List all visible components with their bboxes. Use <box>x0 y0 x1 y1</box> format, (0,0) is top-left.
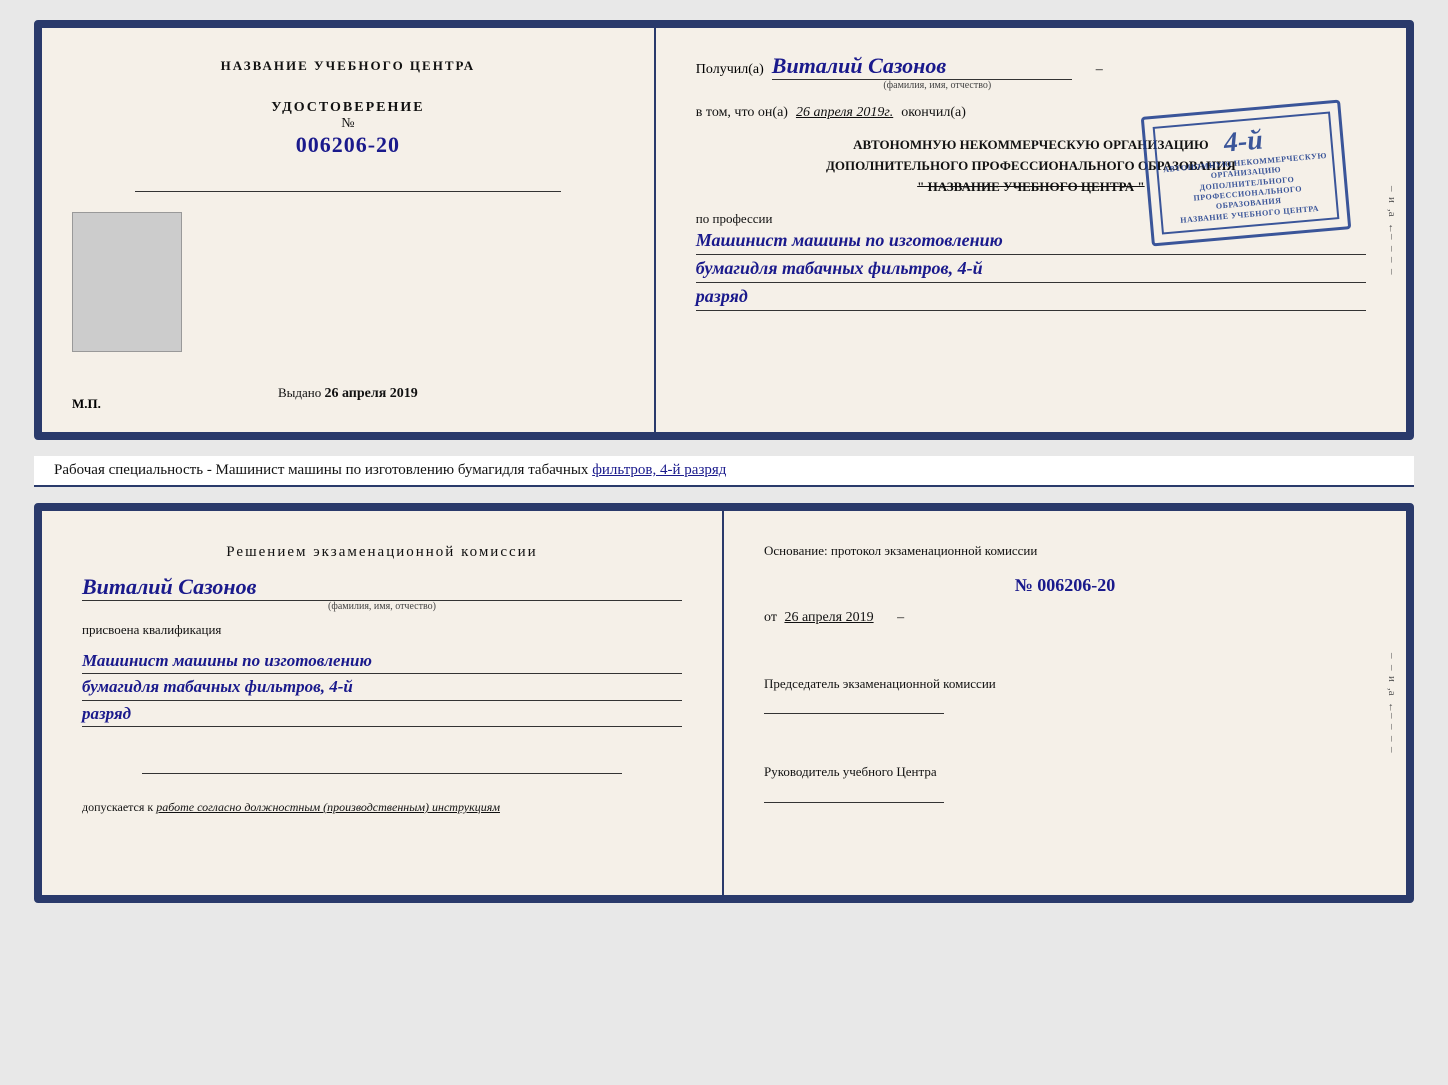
director-label: Руководитель учебного Центра <box>764 762 1366 782</box>
bottom-allowed-label: допускается к <box>82 800 153 814</box>
recipient-row: Получил(а) Виталий Сазонов – (фамилия, и… <box>696 53 1366 91</box>
cert-number-prefix: № <box>271 116 424 132</box>
bottom-allowed-value: работе согласно должностным (производств… <box>156 800 500 814</box>
description-underlined: фильтров, 4-й разряд <box>592 462 726 478</box>
cert-stamp-inner: 4-й АВТОНОМНУЮ НЕКОММЕРЧЕСКУЮ ОРГАНИЗАЦИ… <box>1153 111 1340 234</box>
edge-marks-bottom: – – и ,а ←– – – – <box>1378 511 1406 895</box>
bottom-document: Решением экзаменационной комиссии Витали… <box>34 503 1414 903</box>
cert-school-title: НАЗВАНИЕ УЧЕБНОГО ЦЕНТРА <box>221 58 476 74</box>
cert-udost-block: УДОСТОВЕРЕНИЕ № 006206-20 <box>271 100 424 158</box>
bottom-name-block: Виталий Сазонов (фамилия, имя, отчество) <box>82 574 682 612</box>
bottom-number: № 006206-20 <box>764 575 1366 596</box>
bottom-divider <box>142 773 622 774</box>
bottom-title: Решением экзаменационной комиссии <box>82 541 682 564</box>
issued-text: Выдано <box>278 385 321 400</box>
bottom-date: от 26 апреля 2019 – <box>764 610 1366 626</box>
cert-number: 006206-20 <box>271 132 424 158</box>
bottom-spacer <box>82 737 682 757</box>
edge-marks-top: – и ,а ←– – – – <box>1378 28 1406 432</box>
cert-divider-line <box>135 191 560 192</box>
cert-right-panel: Получил(а) Виталий Сазонов – (фамилия, и… <box>656 28 1406 432</box>
stamp-number: 4-й <box>1222 124 1264 159</box>
body-date: 26 апреля 2019г. <box>796 105 893 121</box>
director-signature <box>764 802 944 803</box>
cert-stamp: 4-й АВТОНОМНУЮ НЕКОММЕРЧЕСКУЮ ОРГАНИЗАЦИ… <box>1141 100 1352 247</box>
body-text-1: в том, что он(а) <box>696 105 788 121</box>
cert-issued-block: Выдано 26 апреля 2019 <box>278 384 418 402</box>
bottom-name: Виталий Сазонов <box>82 574 682 601</box>
cert-issued-label: Выдано 26 апреля 2019 <box>278 385 418 400</box>
chairman-label: Председатель экзаменационной комиссии <box>764 674 1366 694</box>
recipient-block: Виталий Сазонов – (фамилия, имя, отчеств… <box>772 53 1103 91</box>
num-prefix: № <box>1015 575 1033 595</box>
bottom-profession-3: разряд <box>82 701 682 728</box>
profession-line2: бумагидля табачных фильтров, 4-й <box>696 255 1366 283</box>
body-text-2: окончил(а) <box>901 105 966 121</box>
recipient-name: Виталий Сазонов <box>772 53 1072 80</box>
bottom-left-panel: Решением экзаменационной комиссии Витали… <box>42 511 724 895</box>
bottom-profession-2: бумагидля табачных фильтров, 4-й <box>82 674 682 701</box>
cert-left-panel: НАЗВАНИЕ УЧЕБНОГО ЦЕНТРА УДОСТОВЕРЕНИЕ №… <box>42 28 656 432</box>
right-spacer2 <box>764 728 1366 748</box>
bottom-right-panel: Основание: протокол экзаменационной коми… <box>724 511 1406 895</box>
cert-mp-label: М.П. <box>72 396 101 412</box>
bottom-profession-block: Машинист машины по изготовлению бумагидл… <box>82 648 682 728</box>
date-dash: – <box>897 610 904 625</box>
recipient-dash: – <box>1096 62 1103 77</box>
bottom-name-sublabel: (фамилия, имя, отчество) <box>82 601 682 612</box>
bottom-allowed-block: допускается к работе согласно должностны… <box>82 800 682 815</box>
num-value: 006206-20 <box>1037 575 1115 595</box>
cert-photo-placeholder <box>72 212 182 352</box>
certificate-top: НАЗВАНИЕ УЧЕБНОГО ЦЕНТРА УДОСТОВЕРЕНИЕ №… <box>34 20 1414 440</box>
chairman-signature <box>764 713 944 714</box>
bottom-profession-1: Машинист машины по изготовлению <box>82 648 682 675</box>
right-spacer1 <box>764 640 1366 660</box>
date-prefix: от <box>764 610 777 625</box>
recipient-prefix: Получил(а) <box>696 62 764 78</box>
description-main: Рабочая специальность - Машинист машины … <box>54 462 588 478</box>
basis-label: Основание: протокол экзаменационной коми… <box>764 541 1366 561</box>
profession-line3: разряд <box>696 283 1366 311</box>
cert-issued-date: 26 апреля 2019 <box>324 386 417 401</box>
description-strip: Рабочая специальность - Машинист машины … <box>34 456 1414 487</box>
bottom-assigned-label: присвоена квалификация <box>82 622 682 638</box>
date-value: 26 апреля 2019 <box>784 610 873 625</box>
cert-udost-label: УДОСТОВЕРЕНИЕ <box>271 100 424 116</box>
recipient-sublabel: (фамилия, имя, отчество) <box>772 80 1103 91</box>
